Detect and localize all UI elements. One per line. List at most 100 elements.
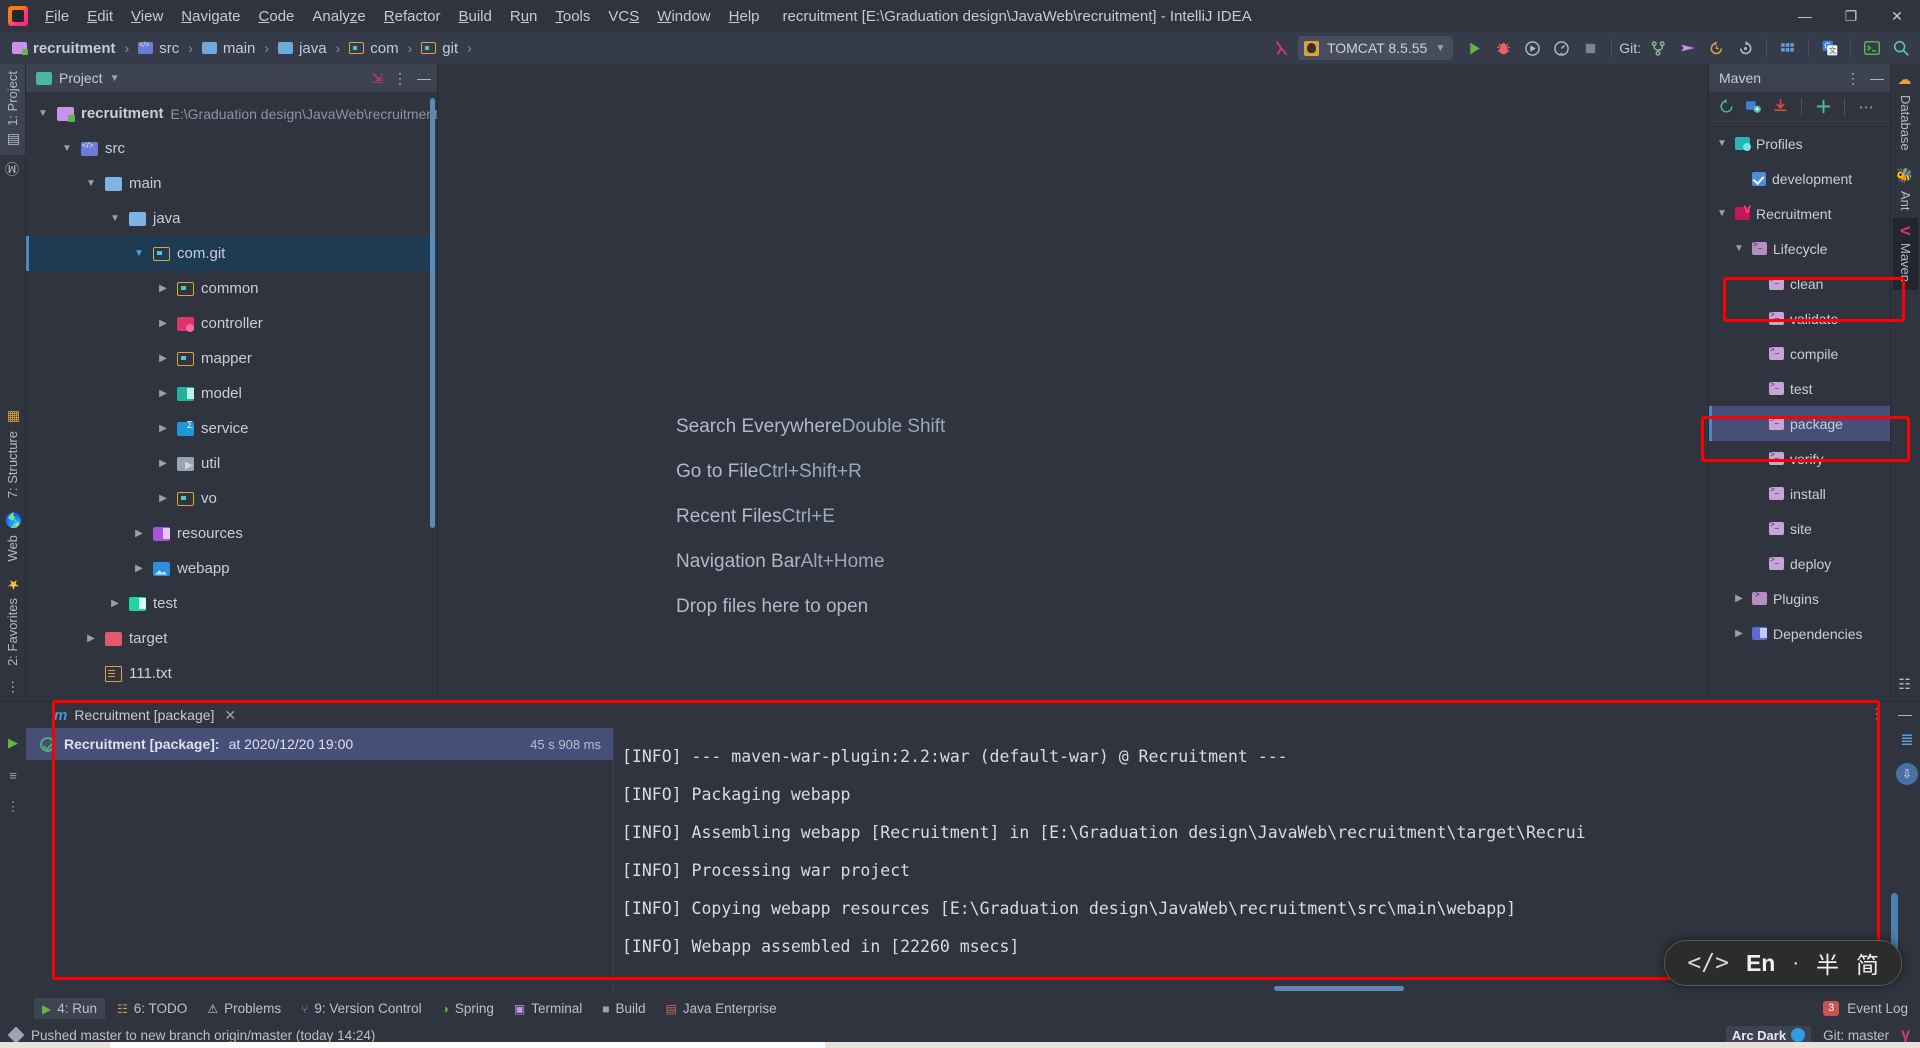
translate-icon[interactable]: G文 <box>1816 35 1843 62</box>
sidebar-tab-project[interactable]: ▤ 1: Project <box>0 64 25 155</box>
maven-tree-row[interactable]: development <box>1709 161 1890 196</box>
project-tree-row[interactable]: ▼ com.git <box>26 236 437 271</box>
menu-item-run[interactable]: Run <box>501 4 547 29</box>
run-with-coverage-button[interactable] <box>1519 35 1546 62</box>
ime-language-bar[interactable]: </> En · 半 简 <box>1664 940 1902 986</box>
chevron-right-icon[interactable]: ▶ <box>156 458 170 469</box>
project-tree-row[interactable]: ▼ java <box>26 201 437 236</box>
maven-tree-row[interactable]: compile <box>1709 336 1890 371</box>
terminal-icon[interactable] <box>1858 35 1885 62</box>
run-task-list[interactable]: Recruitment [package]: at 2020/12/20 19:… <box>26 728 614 995</box>
chevron-down-icon[interactable]: ▼ <box>1732 243 1746 254</box>
toolwindow-tab-version-control[interactable]: ⑂ 9: Version Control <box>293 998 430 1019</box>
minimize-button[interactable]: — <box>1782 0 1828 32</box>
breadcrumb-src[interactable]: src <box>134 38 183 59</box>
run-task-entry[interactable]: Recruitment [package]: at 2020/12/20 19:… <box>26 728 613 760</box>
ime-language-label[interactable]: En <box>1746 950 1775 977</box>
toolwindow-tab-build[interactable]: ■ Build <box>594 998 653 1019</box>
menu-item-vcs[interactable]: VCS <box>599 4 648 29</box>
project-tree-row[interactable]: ▶ controller <box>26 306 437 341</box>
chevron-right-icon[interactable]: ▶ <box>1732 593 1746 604</box>
sidebar-tab-maven-m[interactable]: Ⓜ <box>0 155 24 183</box>
maven-tree-row[interactable]: ▶ Plugins <box>1709 581 1890 616</box>
chevron-down-icon[interactable]: ▼ <box>110 73 120 84</box>
panel-options-icon[interactable]: ⋮ <box>1846 70 1860 87</box>
menu-item-navigate[interactable]: Navigate <box>172 4 249 29</box>
soft-wrap-icon[interactable]: ≣ <box>1900 730 1913 750</box>
checkbox-checked-icon[interactable] <box>1752 171 1766 186</box>
maven-tree-row[interactable]: ▼ Profiles <box>1709 126 1890 161</box>
chevron-right-icon[interactable]: ▶ <box>132 563 146 574</box>
close-button[interactable]: ✕ <box>1874 0 1920 32</box>
debug-button[interactable] <box>1490 35 1517 62</box>
menu-item-file[interactable]: File <box>36 4 78 29</box>
run-tab-recruitment-package[interactable]: m Recruitment [package] ✕ <box>48 705 242 726</box>
maven-tree-row[interactable]: verify <box>1709 441 1890 476</box>
download-sources-icon[interactable] <box>1769 96 1791 118</box>
project-tree-row[interactable]: ▶ test <box>26 586 437 621</box>
project-panel-title-group[interactable]: Project ▼ <box>36 70 119 86</box>
console-vertical-scrollbar[interactable] <box>1891 893 1898 951</box>
maven-tree-row[interactable]: install <box>1709 476 1890 511</box>
chevron-down-icon[interactable]: ▼ <box>36 108 50 119</box>
console-horizontal-scrollbar[interactable] <box>1274 986 1404 991</box>
breadcrumb-main[interactable]: main <box>198 38 260 59</box>
toolwindow-tab-java-enterprise[interactable]: ▤ Java Enterprise <box>658 998 785 1019</box>
sidebar-more-icon[interactable]: ⋯ <box>0 673 24 701</box>
lambda-icon[interactable] <box>1269 35 1296 62</box>
maven-tree-row[interactable]: deploy <box>1709 546 1890 581</box>
maven-tree-row[interactable]: package <box>1709 406 1890 441</box>
maven-tree[interactable]: ▼ Profiles development ▼ Recruitment ▼ Lifecyc… <box>1709 122 1890 701</box>
chevron-down-icon[interactable]: ▼ <box>1715 208 1729 219</box>
hide-panel-icon[interactable]: — <box>1898 706 1912 722</box>
main-menu[interactable]: File Edit View Navigate Code Analyze Ref… <box>36 4 769 29</box>
close-icon[interactable]: ✕ <box>224 707 236 724</box>
chevron-down-icon[interactable]: ▼ <box>132 248 146 259</box>
project-tree-row[interactable]: ▶ model <box>26 376 437 411</box>
panel-options-icon[interactable]: ⋮ <box>393 70 407 87</box>
chevron-right-icon[interactable]: ▶ <box>84 633 98 644</box>
toolwindow-tab-todo[interactable]: ☷ 6: TODO <box>109 998 195 1019</box>
chevron-right-icon[interactable]: ▶ <box>156 353 170 364</box>
profiler-button[interactable] <box>1548 35 1575 62</box>
chevron-right-icon[interactable]: ▶ <box>156 388 170 399</box>
chevron-right-icon[interactable]: ▶ <box>156 423 170 434</box>
chevron-right-icon[interactable]: ▶ <box>156 493 170 504</box>
project-tree-row[interactable]: 111.txt <box>26 656 437 691</box>
sidebar-tab-favorites[interactable]: 2: Favorites ★ <box>0 569 25 673</box>
ime-char-mode[interactable]: 简 <box>1856 946 1879 980</box>
chevron-right-icon[interactable]: ▶ <box>108 598 122 609</box>
toolwindow-tab-terminal[interactable]: ▣ Terminal <box>506 998 590 1019</box>
chevron-right-icon[interactable]: ▶ <box>156 318 170 329</box>
menu-item-help[interactable]: Help <box>720 4 769 29</box>
breadcrumb-com[interactable]: com <box>345 38 402 59</box>
project-tree-row[interactable]: ▼ recruitment E:\Graduation design\JavaWeb… <box>26 96 437 131</box>
chevron-down-icon[interactable]: ▼ <box>1435 43 1445 54</box>
maven-tree-row[interactable]: ▼ Recruitment <box>1709 196 1890 231</box>
maximize-button[interactable]: ❐ <box>1828 0 1874 32</box>
chevron-down-icon[interactable]: ▼ <box>1715 138 1729 149</box>
project-tree-row[interactable]: ▶ webapp <box>26 551 437 586</box>
scroll-to-end-icon[interactable]: ⇩ <box>1896 763 1918 785</box>
run-button[interactable] <box>1461 35 1488 62</box>
project-tree-row[interactable]: ▶ common <box>26 271 437 306</box>
panel-options-icon[interactable]: ⋮ <box>1870 705 1884 722</box>
sidebar-tab-bottom-right[interactable]: ☷ <box>1894 669 1918 701</box>
search-icon[interactable] <box>1887 35 1914 62</box>
git-branch-status[interactable]: Git: master <box>1823 1028 1889 1043</box>
git-push-icon[interactable] <box>1674 35 1701 62</box>
toolwindow-tab-spring[interactable]: ◑ Spring <box>434 998 502 1019</box>
menu-item-code[interactable]: Code <box>250 4 304 29</box>
project-tree-row[interactable]: ▶ mapper <box>26 341 437 376</box>
git-update-icon[interactable] <box>1703 35 1730 62</box>
maven-tree-row[interactable]: validate <box>1709 301 1890 336</box>
collapse-all-icon[interactable]: ⇲ <box>371 70 383 87</box>
project-tree-row[interactable]: ▶ util <box>26 446 437 481</box>
filter-icon[interactable]: ⋮ <box>4 798 22 816</box>
toolwindow-tab-problems[interactable]: ⚠ Problems <box>199 998 289 1019</box>
toggle-tasks-icon[interactable]: ≡ <box>4 766 22 784</box>
generate-sources-icon[interactable] <box>1742 96 1764 118</box>
sidebar-tab-maven[interactable]: V Maven <box>1893 218 1918 290</box>
hide-panel-icon[interactable]: — <box>417 70 431 86</box>
chevron-right-icon[interactable]: ▶ <box>156 283 170 294</box>
